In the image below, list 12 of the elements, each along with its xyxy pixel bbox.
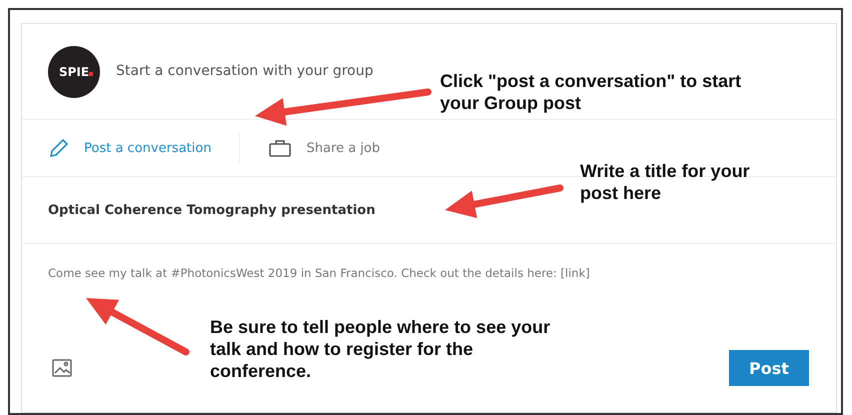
image-icon[interactable] — [52, 359, 72, 377]
conversation-prompt[interactable]: Start a conversation with your group — [116, 62, 374, 78]
briefcase-icon — [268, 138, 292, 158]
annotation-text: Be sure to tell people where to see your talk and how to register for the conference. — [210, 316, 550, 382]
tab[interactable]: Share a job — [268, 138, 408, 158]
post-button[interactable]: Post — [729, 350, 809, 386]
post-title[interactable]: Optical Coherence Tomography presentation — [48, 202, 376, 218]
pencil-icon — [48, 137, 70, 159]
logo: SPIE — [48, 46, 100, 98]
tab[interactable]: Post a conversation — [48, 133, 240, 163]
annotation-text: Click "post a conversation" to start your Group post — [440, 70, 742, 114]
annotation-text: Write a title for your post here — [580, 160, 750, 204]
